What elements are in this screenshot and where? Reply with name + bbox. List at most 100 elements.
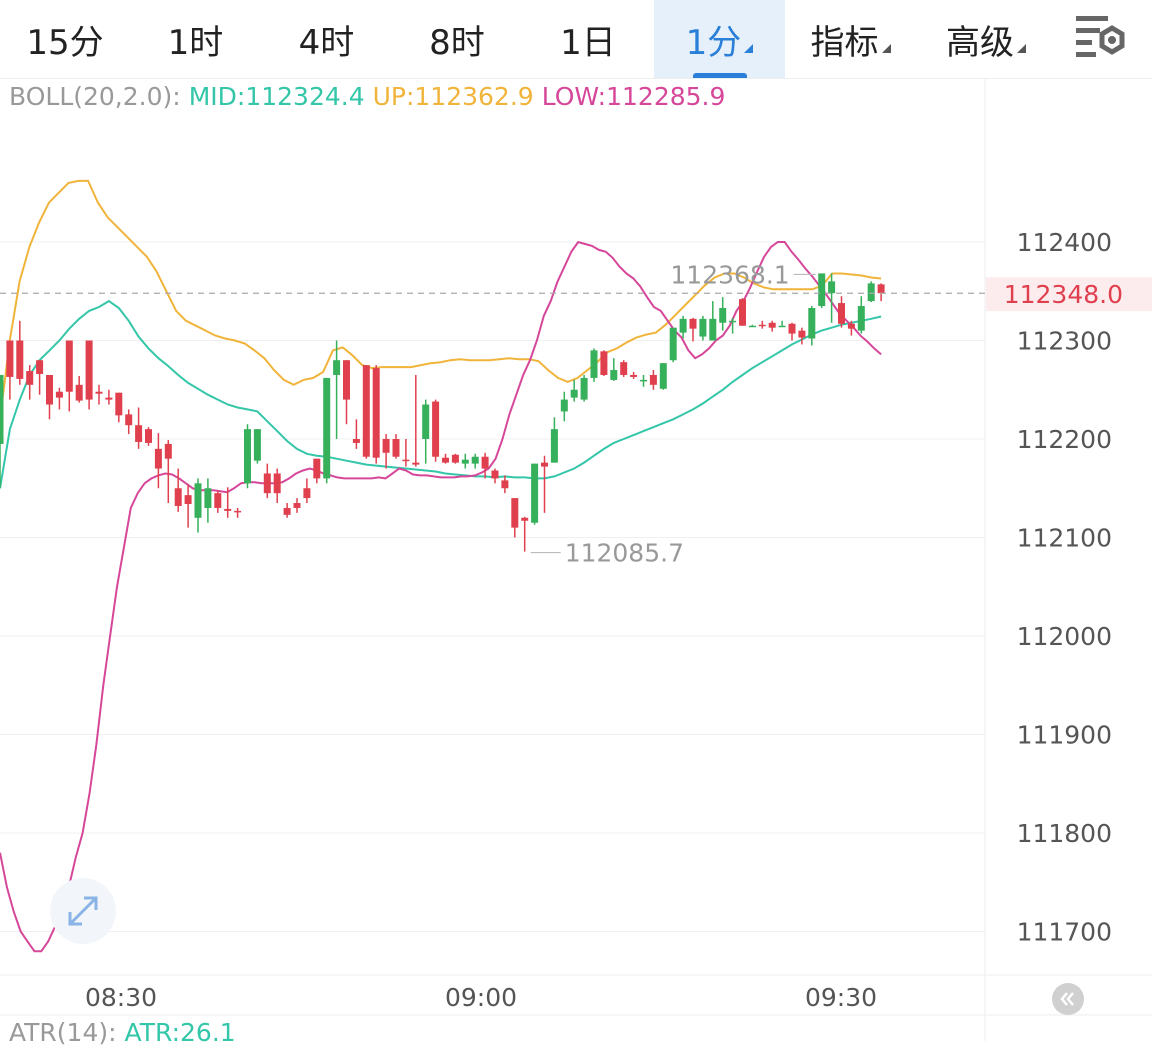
- candle-body: [352, 439, 360, 443]
- y-tick-label: 112000: [1017, 622, 1112, 651]
- scroll-to-start-button[interactable]: [1052, 983, 1084, 1015]
- candle-body: [0, 374, 4, 444]
- candle-body: [828, 281, 836, 294]
- candle-body: [521, 517, 529, 521]
- candle-body: [501, 480, 509, 489]
- candle-body: [778, 325, 786, 328]
- double-chevron-left-icon: [1060, 992, 1074, 1006]
- candle-body: [184, 495, 192, 505]
- boll-mid-line: [0, 299, 882, 489]
- candle-body: [55, 391, 63, 398]
- candle-body: [46, 374, 53, 405]
- candle-body: [649, 374, 657, 385]
- candle-body: [610, 370, 618, 380]
- candle-body: [739, 299, 746, 326]
- candle-body: [244, 429, 251, 484]
- candle-body: [679, 318, 687, 333]
- candle-body: [818, 273, 826, 307]
- expand-chart-button[interactable]: [50, 878, 116, 944]
- x-tick-label: 09:30: [805, 983, 877, 1012]
- expand-arrows-icon: [68, 896, 98, 926]
- candle-body: [808, 307, 816, 339]
- candle-body: [699, 318, 707, 337]
- y-tick-label: 111700: [1017, 918, 1112, 947]
- price-chart[interactable]: 112400 112300 112200 112100 112000 111900 1118…: [0, 0, 1152, 1041]
- candle-body: [729, 320, 737, 323]
- candle-body: [570, 389, 578, 398]
- candle-body: [748, 325, 756, 328]
- candle-body: [135, 425, 143, 442]
- x-tick-label: 09:00: [445, 983, 517, 1012]
- candle-body: [174, 488, 182, 506]
- y-tick-label: 111900: [1017, 721, 1112, 750]
- candle-body: [234, 510, 242, 513]
- candle-body: [382, 439, 390, 453]
- candle-body: [333, 360, 341, 375]
- candle-body: [788, 323, 796, 334]
- y-tick-label: 112300: [1017, 327, 1112, 356]
- y-tick-label: 112100: [1017, 524, 1112, 553]
- candle-body: [768, 322, 776, 328]
- candle-body: [709, 318, 717, 341]
- candle-body: [580, 377, 588, 400]
- candle-body: [412, 462, 420, 465]
- candle-body: [531, 463, 539, 523]
- y-tick-label: 112400: [1017, 228, 1112, 257]
- candle-body: [105, 397, 113, 400]
- y-tick-label: 112200: [1017, 425, 1112, 454]
- candle-body: [293, 503, 301, 508]
- low-price-label: 112085.7: [565, 539, 684, 568]
- candle-body: [491, 470, 499, 479]
- candle-body: [85, 340, 93, 400]
- candle-body: [432, 401, 440, 457]
- candle-body: [253, 429, 261, 461]
- candle-body: [362, 365, 370, 457]
- candle-body: [422, 404, 430, 439]
- candle-body: [125, 414, 133, 426]
- candle-body: [154, 448, 162, 469]
- candle-body: [303, 488, 311, 499]
- candle-body: [343, 360, 350, 400]
- candle-body: [669, 327, 677, 361]
- candle-body: [758, 324, 766, 327]
- y-tick-label: 111800: [1017, 819, 1112, 848]
- candle-body: [224, 508, 232, 511]
- candle-body: [877, 284, 885, 294]
- candle-body: [451, 454, 459, 463]
- current-price-label: 112348.0: [1004, 280, 1123, 309]
- candle-body: [838, 303, 845, 324]
- candle-body: [65, 340, 73, 392]
- candle-body: [164, 443, 172, 459]
- candle-body: [36, 360, 44, 374]
- atr-legend: ATR(14): ATR:26.1: [9, 1018, 244, 1047]
- candle-body: [313, 458, 321, 479]
- atr-legend-name: ATR(14):: [9, 1018, 117, 1047]
- x-tick-label: 08:30: [85, 983, 157, 1012]
- candle-body: [392, 439, 400, 457]
- candle-body: [847, 323, 855, 329]
- candle-body: [640, 379, 647, 382]
- candle-body: [402, 459, 410, 462]
- candle-body: [857, 306, 865, 331]
- candle-body: [323, 377, 331, 479]
- candle-body: [204, 488, 212, 508]
- candle-body: [550, 429, 558, 463]
- candle-body: [442, 457, 449, 463]
- candle-body: [719, 307, 727, 323]
- boll-upper-line: [0, 179, 882, 420]
- candle-body: [461, 459, 469, 464]
- high-price-label: 112368.1: [670, 260, 789, 289]
- candle-body: [630, 374, 638, 377]
- candle-body: [590, 350, 598, 378]
- candle-body: [689, 318, 697, 329]
- candle-body: [214, 493, 222, 508]
- candle-body: [481, 456, 489, 469]
- candle-body: [541, 462, 548, 467]
- candle-body: [600, 351, 608, 375]
- candle-body: [471, 456, 479, 464]
- candle-body: [560, 399, 568, 412]
- candle-body: [659, 363, 667, 389]
- candle-body: [16, 340, 24, 379]
- atr-legend-value: ATR:26.1: [124, 1018, 236, 1047]
- candle-body: [145, 429, 152, 443]
